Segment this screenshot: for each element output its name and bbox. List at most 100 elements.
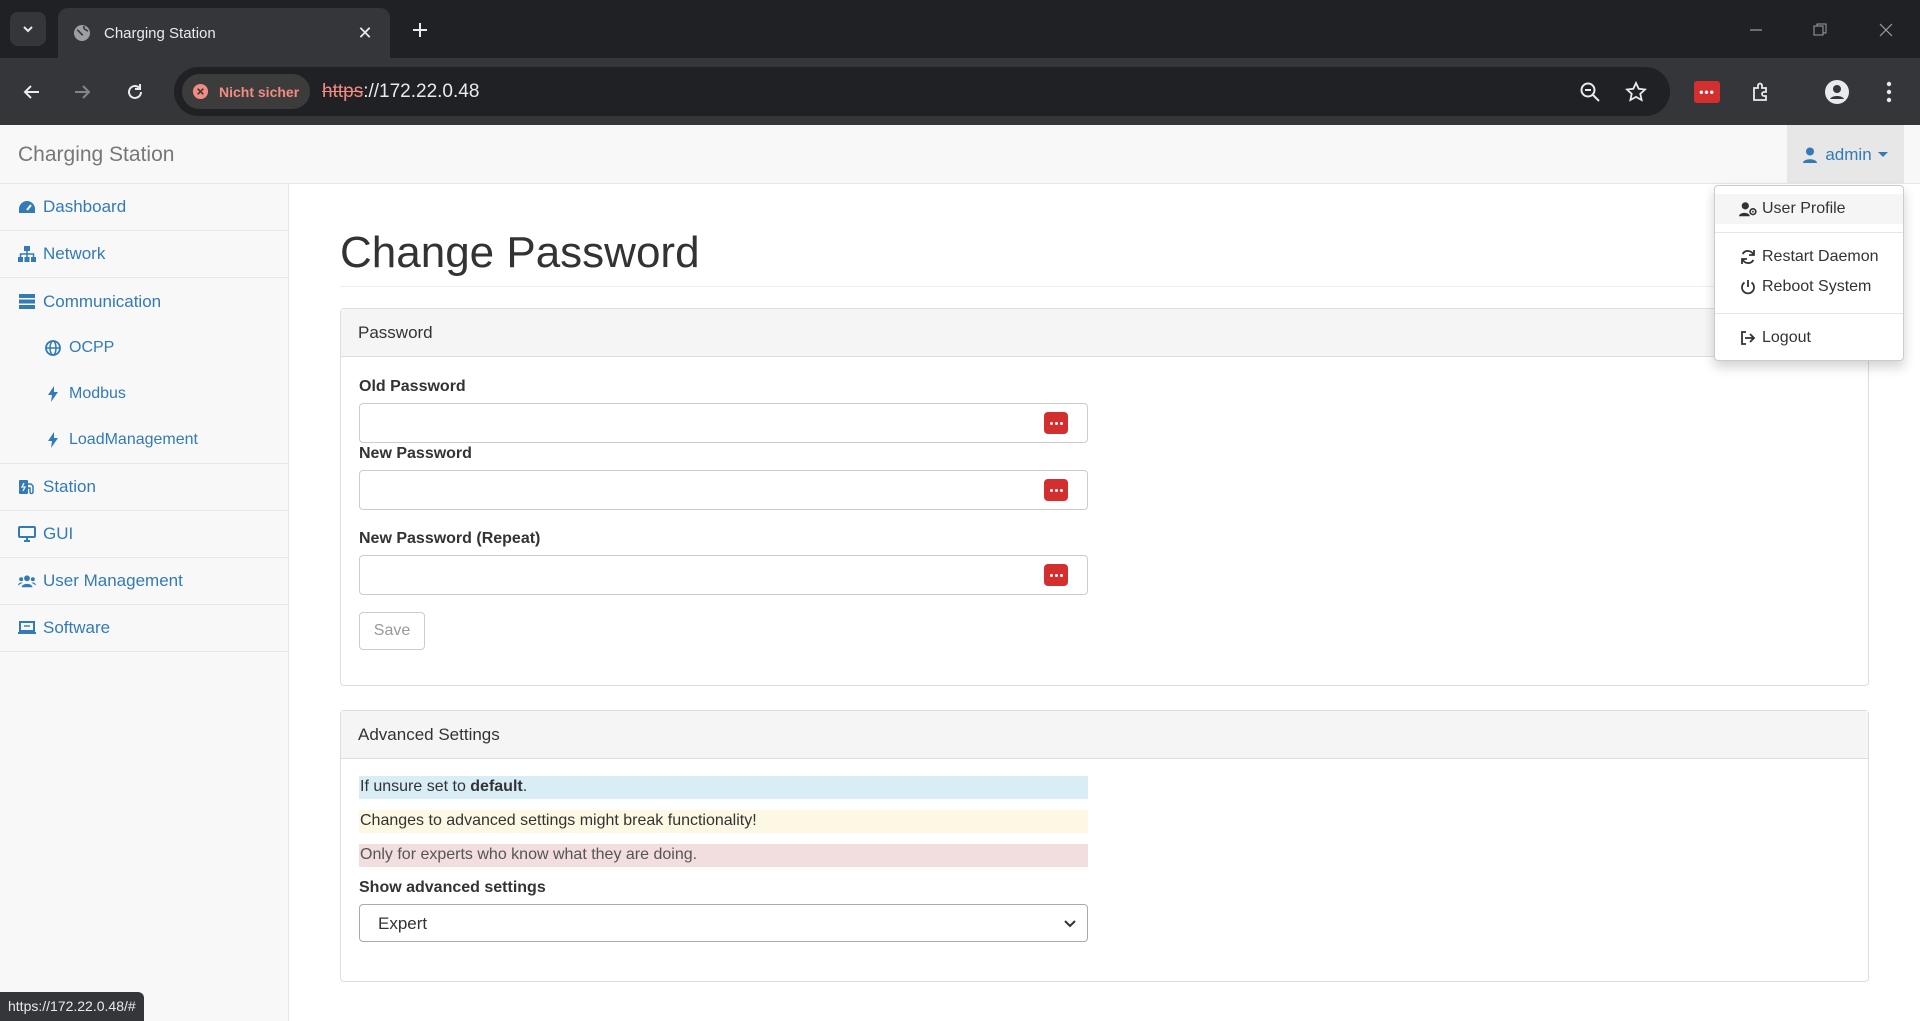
sidebar-item-label: Network xyxy=(43,244,106,263)
user-gear-icon xyxy=(1739,201,1757,217)
minimize-button[interactable] xyxy=(1736,14,1776,46)
globe-icon xyxy=(44,339,62,357)
info-alert-prefix: If unsure set to xyxy=(360,778,471,795)
sidebar-item-label: GUI xyxy=(43,524,74,543)
back-button[interactable] xyxy=(14,74,50,110)
sidebar-item-gui[interactable]: GUI xyxy=(0,511,288,558)
url-host: ://172.22.0.48 xyxy=(363,81,480,102)
repeat-password-label: New Password (Repeat) xyxy=(359,530,541,547)
sync-icon xyxy=(1739,249,1757,265)
browser-tab-bar: Charging Station ✕ xyxy=(0,0,1920,58)
sidebar-item-loadmanagement[interactable]: LoadManagement xyxy=(0,417,288,463)
dashboard-icon xyxy=(18,198,36,216)
caret-down-icon xyxy=(1877,152,1888,157)
security-label: Nicht sicher xyxy=(219,83,300,100)
sidebar-item-user-management[interactable]: User Management xyxy=(0,558,288,605)
password-manager-icon[interactable] xyxy=(1044,564,1068,586)
bookmark-button[interactable] xyxy=(1621,77,1651,107)
info-alert: If unsure set to default. xyxy=(359,776,1088,799)
new-tab-button[interactable] xyxy=(404,14,436,46)
power-icon xyxy=(1739,279,1757,295)
sidebar-item-communication[interactable]: Communication xyxy=(0,278,288,325)
save-button[interactable]: Save xyxy=(359,612,425,650)
sitemap-icon xyxy=(18,245,36,263)
menu-item-user-profile[interactable]: User Profile xyxy=(1715,194,1903,224)
zoom-button[interactable] xyxy=(1575,77,1605,107)
advanced-panel-heading: Advanced Settings xyxy=(341,711,1868,759)
tab-search-button[interactable] xyxy=(10,12,46,46)
advanced-settings-select[interactable]: Expert xyxy=(359,904,1088,942)
user-menu-toggle[interactable]: admin xyxy=(1787,125,1904,184)
menu-item-logout[interactable]: Logout xyxy=(1715,323,1903,353)
sidebar-item-label: Dashboard xyxy=(43,197,127,216)
new-password-input[interactable] xyxy=(359,470,1088,510)
zoom-out-icon xyxy=(1580,82,1600,102)
menu-divider xyxy=(1715,313,1903,314)
menu-item-restart-daemon[interactable]: Restart Daemon xyxy=(1715,242,1903,272)
profile-button[interactable] xyxy=(1820,75,1854,109)
brand-title[interactable]: Charging Station xyxy=(18,143,174,167)
menu-item-reboot-system[interactable]: Reboot System xyxy=(1715,272,1903,302)
security-chip[interactable]: Nicht sicher xyxy=(182,74,310,109)
browser-toolbar: Nicht sicher https://172.22.0.48 ••• xyxy=(0,58,1920,125)
address-bar[interactable]: Nicht sicher https://172.22.0.48 xyxy=(174,67,1670,116)
sidebar-item-modbus[interactable]: Modbus xyxy=(0,371,288,417)
password-manager-extension[interactable]: ••• xyxy=(1690,75,1724,109)
password-manager-icon[interactable] xyxy=(1044,479,1068,501)
tab-title: Charging Station xyxy=(104,24,216,42)
url-scheme: https xyxy=(322,81,364,102)
url-text[interactable]: https://172.22.0.48 xyxy=(322,81,479,103)
warning-circle-icon xyxy=(192,83,209,100)
sidebar-item-label: OCPP xyxy=(69,339,115,356)
extensions-button[interactable] xyxy=(1744,75,1778,109)
menu-item-label: User Profile xyxy=(1762,200,1846,217)
info-alert-suffix: . xyxy=(522,778,528,795)
password-panel: Password Old Password New Password New P… xyxy=(340,308,1869,686)
password-manager-icon[interactable] xyxy=(1044,412,1068,434)
danger-alert: Only for experts who know what they are … xyxy=(359,844,1088,867)
sidebar-item-dashboard[interactable]: Dashboard xyxy=(0,184,288,231)
menu-item-label: Restart Daemon xyxy=(1762,248,1879,265)
forward-button[interactable] xyxy=(64,74,100,110)
repeat-password-input[interactable] xyxy=(359,555,1088,595)
link-status-bar: https://172.22.0.48/# xyxy=(0,992,144,1021)
restore-button[interactable] xyxy=(1800,14,1840,46)
arrow-right-icon xyxy=(75,85,91,99)
user-icon xyxy=(1803,147,1818,163)
menu-item-label: Logout xyxy=(1762,329,1811,346)
sidebar-item-network[interactable]: Network xyxy=(0,231,288,278)
server-icon xyxy=(18,293,36,311)
kebab-menu-icon xyxy=(1886,81,1892,103)
menu-item-label: Reboot System xyxy=(1762,278,1872,295)
reload-button[interactable] xyxy=(117,74,153,110)
plus-icon xyxy=(413,23,427,37)
desktop-icon xyxy=(18,525,36,543)
star-icon xyxy=(1625,81,1647,102)
sidebar-item-software[interactable]: Software xyxy=(0,605,288,652)
browser-tab[interactable]: Charging Station ✕ xyxy=(58,8,390,58)
old-password-input[interactable] xyxy=(359,403,1088,443)
app-navbar: Charging Station admin xyxy=(0,125,1920,184)
sign-out-icon xyxy=(1739,330,1757,346)
browser-menu-button[interactable] xyxy=(1872,75,1906,109)
title-divider xyxy=(340,286,1868,287)
restore-icon xyxy=(1813,23,1827,36)
laptop-icon xyxy=(18,619,36,637)
bolt-icon xyxy=(44,431,62,449)
user-dropdown-menu: User Profile Restart Daemon Reboot Syste… xyxy=(1714,185,1904,361)
sidebar-item-ocpp[interactable]: OCPP xyxy=(0,325,288,371)
info-alert-bold: default xyxy=(470,778,523,795)
page-title: Change Password xyxy=(340,228,700,277)
minimize-icon xyxy=(1750,29,1762,31)
close-icon xyxy=(1879,23,1893,37)
sidebar-item-station[interactable]: Station xyxy=(0,464,288,511)
sidebar-item-label: Software xyxy=(43,618,111,637)
profile-icon xyxy=(1825,80,1849,104)
tab-close-icon[interactable]: ✕ xyxy=(354,23,376,44)
sidebar-item-label: Modbus xyxy=(69,385,126,402)
chevron-down-icon xyxy=(23,26,33,33)
close-window-button[interactable] xyxy=(1866,14,1906,46)
reload-icon xyxy=(128,84,142,99)
arrow-left-icon xyxy=(23,85,39,99)
communication-submenu: OCPP Modbus LoadManagement xyxy=(0,325,288,464)
